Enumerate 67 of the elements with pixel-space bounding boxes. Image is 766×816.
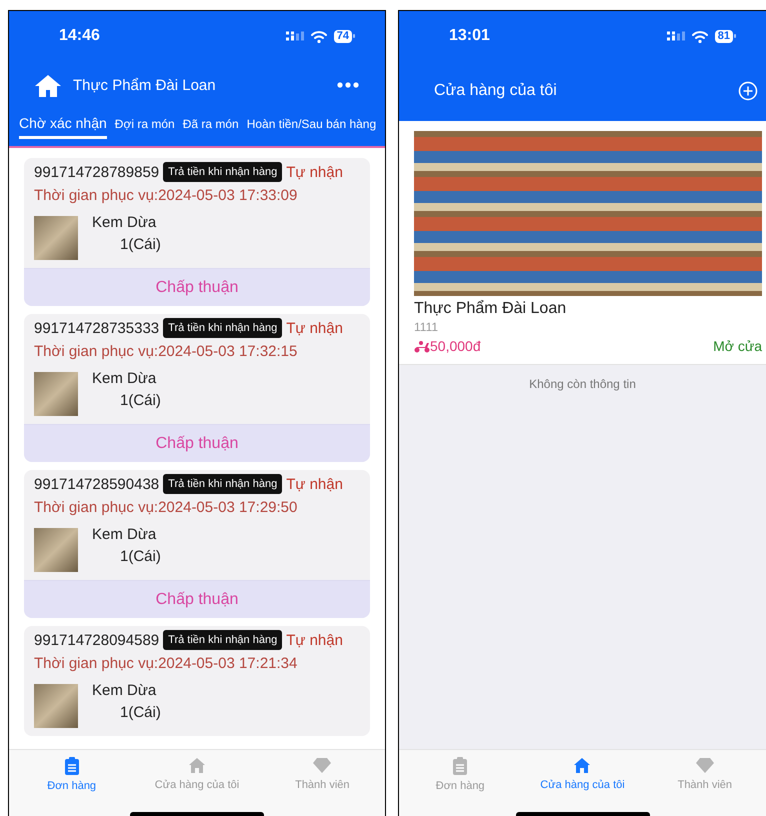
end-of-list-note: Không còn thông tin <box>528 377 637 391</box>
photo-placeholder <box>34 684 78 728</box>
nav-tab[interactable]: Đơn hàng <box>9 757 134 792</box>
order-tab[interactable]: Hoàn tiền/Sau bán hàng <box>246 117 376 139</box>
item-name: Kem Dừa <box>92 213 158 233</box>
store-card[interactable]: Thực Phẩm Đài Loan 1111 50,000đ Mở cửa <box>399 121 766 365</box>
nav-tab[interactable]: Cửa hàng của tôi <box>134 757 260 792</box>
item-name: Kem Dừa <box>92 525 158 545</box>
order-tab[interactable]: Chờ xác nhận <box>19 115 107 139</box>
service-time: Thời gian phục vụ:2024-05-03 17:33:09 <box>34 186 298 206</box>
order-tab[interactable]: Đã ra món <box>182 117 239 139</box>
approve-button[interactable]: Chấp thuận <box>24 268 370 306</box>
delivery-type: Tự nhận <box>286 320 343 336</box>
photo-placeholder <box>34 216 78 260</box>
approve-button[interactable]: Chấp thuận <box>24 580 370 618</box>
photo-placeholder <box>34 372 78 416</box>
item-quantity: 1(Cái) <box>120 547 161 567</box>
status-time: 13:01 <box>449 27 491 45</box>
nav-tab[interactable]: Thành viên <box>644 757 766 792</box>
payment-badge: Trả tiền khi nhận hàng <box>163 474 282 494</box>
order-number: 991714728789859 <box>34 164 160 180</box>
service-time: Thời gian phục vụ:2024-05-03 17:21:34 <box>34 654 298 674</box>
home-icon <box>573 757 592 774</box>
item-name: Kem Dừa <box>92 369 158 389</box>
delivery-type: Tự nhận <box>286 164 343 180</box>
status-time: 14:46 <box>59 27 101 45</box>
item-quantity: 1(Cái) <box>120 703 161 723</box>
diamond-icon <box>696 757 714 774</box>
store-title: Thực Phẩm Đài Loan <box>73 76 217 94</box>
wifi-icon <box>310 30 328 42</box>
store-price: 50,000đ <box>430 338 482 354</box>
nav-tab[interactable]: Thành viên <box>260 757 385 792</box>
approve-button[interactable]: Chấp thuận <box>24 424 370 462</box>
nav-tab[interactable]: Đơn hàng <box>399 757 522 792</box>
more-icon <box>337 82 359 88</box>
order-number: 991714728590438 <box>34 476 160 492</box>
service-time: Thời gian phục vụ:2024-05-03 17:32:15 <box>34 342 298 362</box>
payment-badge: Trả tiền khi nhận hàng <box>163 162 282 182</box>
nav-tab[interactable]: Cửa hàng của tôi <box>521 757 644 792</box>
add-icon[interactable] <box>738 81 758 101</box>
scooter-icon <box>414 340 430 352</box>
photo-placeholder <box>34 528 78 572</box>
item-name: Kem Dừa <box>92 681 158 701</box>
battery-level: 81 <box>714 30 733 42</box>
delivery-type: Tự nhận <box>286 476 343 492</box>
clipboard-icon <box>452 757 468 775</box>
payment-badge: Trả tiền khi nhận hàng <box>163 318 282 338</box>
service-time: Thời gian phục vụ:2024-05-03 17:29:50 <box>34 498 298 518</box>
home-icon <box>35 74 61 96</box>
order-number: 991714728735333 <box>34 320 160 336</box>
store-code: 1111 <box>414 319 440 335</box>
battery-level: 74 <box>334 30 352 42</box>
store-status: Mở cửa <box>713 338 762 354</box>
payment-badge: Trả tiền khi nhận hàng <box>163 630 282 650</box>
home-icon <box>188 757 206 774</box>
order-tab[interactable]: Đợi ra món <box>114 117 175 139</box>
diamond-icon <box>313 757 332 774</box>
store-name: Thực Phẩm Đài Loan <box>414 299 568 319</box>
item-quantity: 1(Cái) <box>120 391 161 411</box>
signal-icon <box>666 31 685 41</box>
signal-icon <box>286 31 304 41</box>
order-number: 991714728094589 <box>34 632 160 648</box>
delivery-type: Tự nhận <box>286 632 343 648</box>
item-quantity: 1(Cái) <box>120 235 161 255</box>
clipboard-icon <box>64 757 80 775</box>
page-title: Cửa hàng của tôi <box>434 82 558 100</box>
wifi-icon <box>690 30 709 42</box>
